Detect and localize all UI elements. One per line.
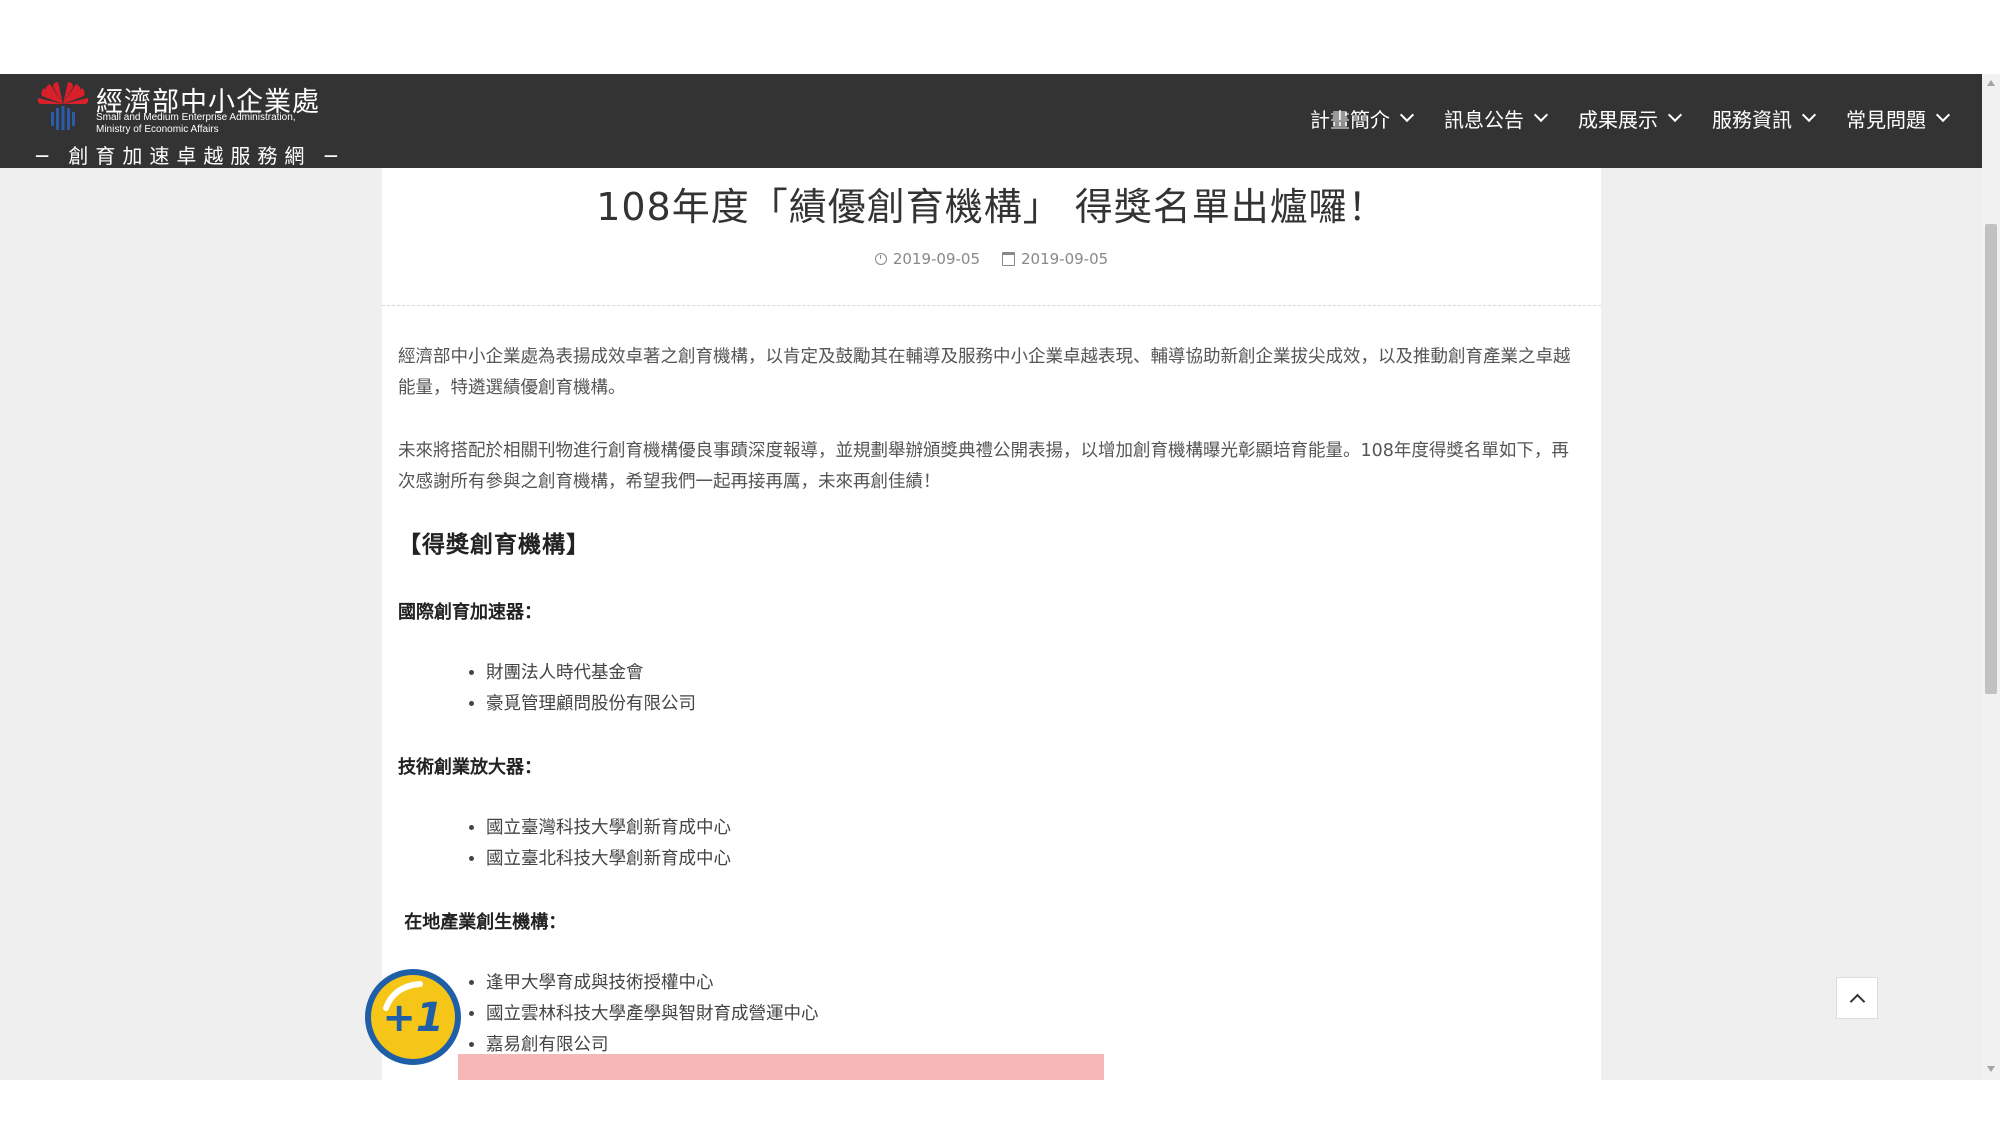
svg-text:+1: +1 [382,995,443,1041]
divider [382,305,1601,306]
chevron-down-icon [1399,107,1415,123]
menu-item-achievements[interactable]: 成果展示 [1562,100,1696,136]
menu-item-label: 訊息公告 [1444,107,1524,132]
chevron-down-icon [1533,107,1549,123]
published-date-text: 2019-09-05 [892,250,980,268]
award-list: 國立臺灣科技大學創新育成中心 國立臺北科技大學創新育成中心 [398,813,1578,875]
category-heading: 國際創育加速器： [398,602,542,623]
list-item: 財團法人時代基金會 [486,658,1578,689]
scroll-up-arrow-icon[interactable] [1987,80,1995,86]
scroll-down-arrow-icon[interactable] [1987,1066,1995,1072]
scrollbar-thumb[interactable] [1985,224,1997,694]
section-heading: 【得獎創育機構】 [398,532,590,558]
article-paragraph: 經濟部中小企業處為表揚成效卓著之創育機構，以肯定及鼓勵其在輔導及服務中小企業卓越… [398,347,1571,398]
article-meta: 2019-09-05 2019-09-05 [382,250,1601,268]
chevron-down-icon [1801,107,1817,123]
org-name-en-line2: Ministry of Economic Affairs [96,124,219,135]
category-heading: 在地產業創生機構： [398,912,567,933]
chevron-up-icon [1849,993,1865,1009]
menu-item-announcements[interactable]: 訊息公告 [1428,100,1562,136]
menu-item-service-info[interactable]: 服務資訊 [1696,100,1830,136]
category-heading: 技術創業放大器： [398,757,542,778]
main-menu: 計畫簡介 訊息公告 成果展示 服務資訊 常見問題 [1294,100,1964,136]
list-item: 豪覓管理顧問股份有限公司 [486,689,1578,720]
list-item: 國立臺北科技大學創新育成中心 [486,844,1578,875]
calendar-icon [1002,252,1015,266]
clock-icon [874,253,887,265]
menu-item-plan-intro[interactable]: 計畫簡介 [1294,100,1428,136]
updated-date-text: 2019-09-05 [1021,250,1109,268]
menu-item-label: 成果展示 [1578,107,1658,132]
list-item: 逢甲大學育成與技術授權中心 [486,968,1578,999]
article-card: 108年度「績優創育機構」 得獎名單出爐囉！ 2019-09-05 2019-0… [382,168,1601,1080]
menu-item-faq[interactable]: 常見問題 [1830,100,1964,136]
menu-item-label: 常見問題 [1846,107,1926,132]
article-paragraph: 未來將搭配於相關刊物進行創育機構優良事蹟深度報導，並規劃舉辦頒獎典禮公開表揚，以… [398,441,1569,492]
page-scrollbar[interactable] [1982,74,2000,1080]
award-list: 逢甲大學育成與技術授權中心 國立雲林科技大學產學與智財育成營運中心 嘉易創有限公… [398,968,1578,1061]
top-navbar: 經濟部中小企業處 Small and Medium Enterprise Adm… [0,74,1982,168]
article-title: 108年度「績優創育機構」 得獎名單出爐囉！ [596,185,1387,229]
plus-one-badge-icon[interactable]: +1 [364,968,462,1066]
article-body: 經濟部中小企業處為表揚成效卓著之創育機構，以肯定及鼓勵其在輔導及服務中小企業卓越… [398,342,1578,1093]
list-item: 國立雲林科技大學產學與智財育成營運中心 [486,999,1578,1030]
site-tagline: ─ 創育加速卓越服務網 ─ [36,144,344,168]
back-to-top-button[interactable] [1836,977,1878,1019]
menu-item-label: 服務資訊 [1712,107,1792,132]
bottom-blank-area [0,1080,2000,1125]
site-logo[interactable]: 經濟部中小企業處 Small and Medium Enterprise Adm… [36,80,337,168]
moea-flower-icon [37,82,89,130]
award-list: 財團法人時代基金會 豪覓管理顧問股份有限公司 [398,658,1578,720]
chevron-down-icon [1667,107,1683,123]
menu-item-label: 計畫簡介 [1310,107,1390,132]
published-date: 2019-09-05 [874,250,980,268]
chevron-down-icon [1935,107,1951,123]
updated-date: 2019-09-05 [1002,250,1108,268]
org-name-en-line1: Small and Medium Enterprise Administrati… [96,112,296,123]
list-item: 國立臺灣科技大學創新育成中心 [486,813,1578,844]
list-item: 嘉易創有限公司 [486,1030,1578,1061]
